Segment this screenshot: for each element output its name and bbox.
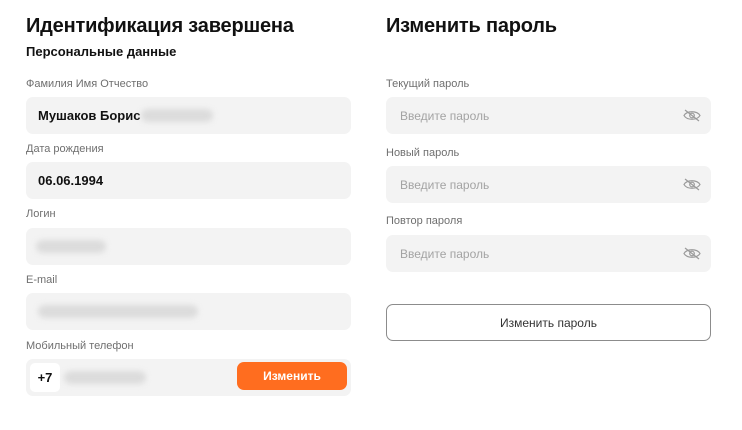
repeat-password-label: Повтор пароля	[386, 215, 463, 227]
repeat-password-input[interactable]: Введите пароль	[386, 235, 711, 272]
birth-date-label: Дата рождения	[26, 143, 104, 155]
login-label: Логин	[26, 208, 56, 220]
change-phone-button[interactable]: Изменить	[237, 362, 347, 390]
birth-date-value: 06.06.1994	[38, 173, 104, 188]
phone-field: +7 Изменить	[26, 359, 351, 396]
change-password-title: Изменить пароль	[386, 15, 557, 37]
blurred-patronymic	[141, 109, 213, 122]
email-field	[26, 293, 351, 330]
full-name-label: Фамилия Имя Отчество	[26, 78, 149, 90]
current-password-placeholder: Введите пароль	[400, 109, 490, 123]
full-name-value: Мушаков Борис	[38, 108, 141, 123]
change-password-button[interactable]: Изменить пароль	[386, 304, 711, 341]
full-name-field: Мушаков Борис	[26, 97, 351, 134]
identification-title: Идентификация завершена	[26, 15, 294, 37]
phone-country-code: +7	[30, 363, 60, 392]
blurred-phone	[64, 371, 146, 384]
new-password-label: Новый пароль	[386, 147, 460, 159]
eye-off-icon[interactable]	[683, 178, 701, 191]
eye-off-icon[interactable]	[683, 109, 701, 122]
email-label: E-mail	[26, 274, 58, 286]
new-password-placeholder: Введите пароль	[400, 178, 490, 192]
new-password-input[interactable]: Введите пароль	[386, 166, 711, 203]
repeat-password-placeholder: Введите пароль	[400, 247, 490, 261]
current-password-input[interactable]: Введите пароль	[386, 97, 711, 134]
blurred-email	[38, 305, 198, 318]
login-field	[26, 228, 351, 265]
birth-date-field: 06.06.1994	[26, 162, 351, 199]
eye-off-icon[interactable]	[683, 247, 701, 260]
personal-data-subtitle: Персональные данные	[26, 44, 177, 59]
phone-label: Мобильный телефон	[26, 340, 134, 352]
current-password-label: Текущий пароль	[386, 78, 470, 90]
blurred-login	[36, 240, 106, 253]
